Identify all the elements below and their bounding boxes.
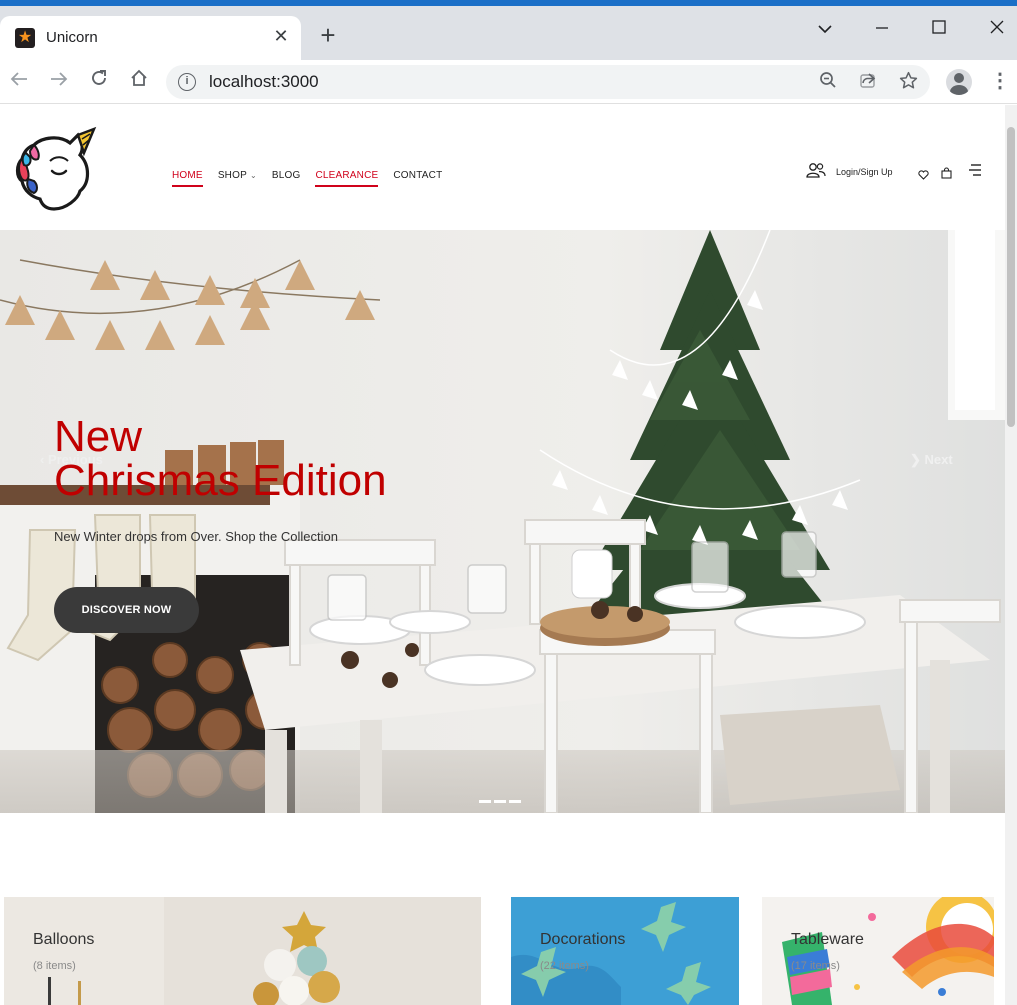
star-favicon-icon: ★ xyxy=(15,28,35,48)
tab-search-icon[interactable] xyxy=(811,14,839,42)
site-info-icon[interactable]: i xyxy=(178,73,196,91)
users-icon[interactable] xyxy=(806,162,826,183)
slider-dots xyxy=(479,800,521,803)
heart-icon[interactable] xyxy=(918,167,929,185)
decorations-photo xyxy=(511,897,739,1005)
balloons-photo xyxy=(4,897,481,1005)
address-bar[interactable]: i localhost:3000 xyxy=(166,65,930,99)
maximize-icon[interactable] xyxy=(925,14,953,42)
nav-contact[interactable]: CONTACT xyxy=(393,170,442,187)
scrollbar-thumb[interactable] xyxy=(1007,127,1015,427)
nav-blog[interactable]: BLOG xyxy=(272,170,301,187)
zoom-out-icon[interactable] xyxy=(817,71,839,93)
discover-now-button[interactable]: DISCOVER NOW xyxy=(54,587,199,633)
slider-next[interactable]: ❯ Next xyxy=(910,452,953,468)
chevron-right-icon: ❯ xyxy=(910,452,925,467)
nav-clearance[interactable]: CLEARANCE xyxy=(315,170,379,187)
slider-dot[interactable] xyxy=(494,800,506,803)
nav-shop[interactable]: SHOP ⌄ xyxy=(218,170,257,187)
login-signup-link[interactable]: Login/Sign Up xyxy=(836,167,893,177)
hero-title: New Chrismas Edition xyxy=(54,415,387,503)
nav-home[interactable]: HOME xyxy=(172,170,203,187)
page-viewport: HOME SHOP ⌄ BLOG CLEARANCE CONTACT Login/… xyxy=(0,105,1005,1005)
slider-dot[interactable] xyxy=(509,800,521,803)
close-tab-icon[interactable]: ✕ xyxy=(270,25,292,47)
chevron-left-icon: ‹ xyxy=(40,452,48,467)
slider-dot[interactable] xyxy=(479,800,491,803)
new-tab-icon[interactable]: + xyxy=(316,22,340,48)
hero-slider: ‹ Previous ❯ Next New Chrismas Edition N… xyxy=(0,230,1005,813)
url-text: localhost:3000 xyxy=(209,72,319,91)
hero-title-line1: New xyxy=(54,412,143,461)
category-card-tableware[interactable]: Tableware (17 items) xyxy=(762,897,994,1005)
bookmark-star-icon[interactable] xyxy=(897,71,919,93)
browser-menu-icon[interactable]: ⋮ xyxy=(990,69,1010,93)
nav-shop-label: SHOP xyxy=(217,170,247,181)
christmas-table-photo xyxy=(0,230,1005,813)
tab-strip: ★ Unicorn ✕ + xyxy=(0,6,1017,60)
shopping-bag-icon[interactable] xyxy=(941,166,952,184)
tableware-photo xyxy=(762,897,994,1005)
back-icon[interactable] xyxy=(7,69,31,93)
forward-icon[interactable] xyxy=(47,69,71,93)
page-scrollbar[interactable] xyxy=(1005,105,1017,1005)
menu-lines-icon[interactable] xyxy=(968,163,982,182)
close-window-icon[interactable] xyxy=(983,14,1011,42)
browser-toolbar: i localhost:3000 ⋮ xyxy=(0,60,1017,104)
category-name: Balloons xyxy=(33,931,95,948)
unicorn-logo[interactable] xyxy=(4,125,100,221)
category-count: (17 items) xyxy=(791,960,840,972)
browser-tab[interactable]: ★ Unicorn ✕ xyxy=(0,16,301,60)
category-count: (22 items) xyxy=(540,960,589,972)
category-count: (8 items) xyxy=(33,960,76,972)
category-name: Docorations xyxy=(540,931,626,948)
hero-subtitle: New Winter drops from Over. Shop the Col… xyxy=(54,529,338,544)
hero-title-line2: Chrismas Edition xyxy=(54,456,387,505)
slider-next-label: Next xyxy=(924,452,953,467)
profile-avatar-icon[interactable] xyxy=(946,69,972,95)
tab-title: Unicorn xyxy=(46,29,98,46)
chevron-down-icon: ⌄ xyxy=(249,171,257,180)
share-icon[interactable] xyxy=(857,71,879,93)
main-navigation: HOME SHOP ⌄ BLOG CLEARANCE CONTACT xyxy=(172,170,457,187)
category-card-decorations[interactable]: Docorations (22 items) xyxy=(511,897,739,1005)
minimize-icon[interactable] xyxy=(868,14,896,42)
home-icon[interactable] xyxy=(127,69,151,93)
reload-icon[interactable] xyxy=(87,69,111,93)
category-card-balloons[interactable]: Balloons (8 items) xyxy=(4,897,481,1005)
category-name: Tableware xyxy=(791,931,864,948)
